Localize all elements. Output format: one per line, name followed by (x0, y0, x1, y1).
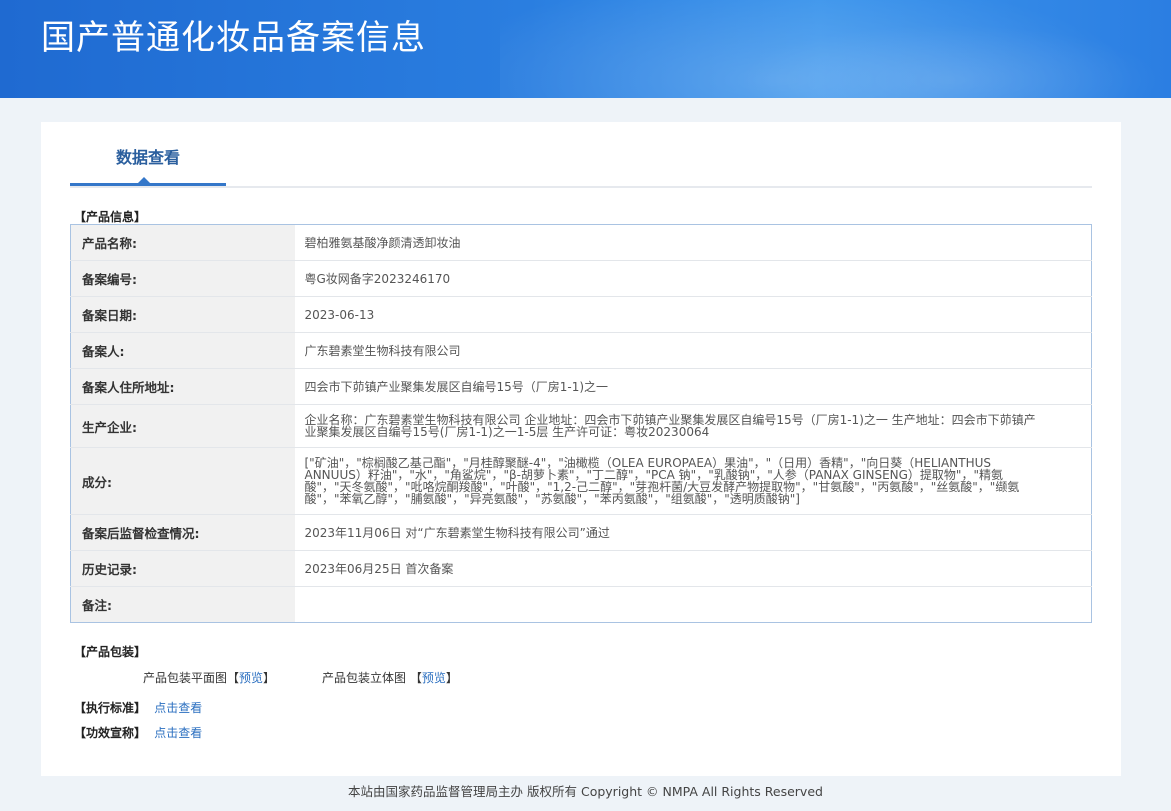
row-value: ["矿油"，"棕榈酸乙基己酯"，"月桂醇聚醚-4"，"油橄榄（OLEA EURO… (294, 447, 1092, 515)
tab-active-caret (138, 177, 150, 183)
packaging-solid-bracket: 】 (445, 671, 458, 685)
section-title-standard: 【执行标准】 点击查看 (74, 699, 202, 716)
table-row: 备注: (70, 586, 1092, 623)
row-label: 备注: (70, 586, 295, 623)
page-title: 国产普通化妆品备案信息 (41, 18, 426, 58)
packaging-flat-item: 产品包装平面图【预览】 (143, 669, 275, 686)
table-row: 备案编号: 粤G妆网备字2023246170 (70, 260, 1092, 297)
packaging-solid-item: 产品包装立体图 【预览】 (322, 669, 458, 686)
row-value (295, 587, 1092, 623)
row-value: 碧柏雅氨基酸净颜清透卸妆油 (294, 224, 1092, 261)
row-label: 成分: (70, 447, 295, 515)
row-label: 备案人住所地址: (70, 368, 295, 405)
footer-copyright: 本站由国家药品监督管理局主办 版权所有 Copyright © NMPA All… (348, 784, 823, 799)
product-info-table: 产品名称: 碧柏雅氨基酸净颜清透卸妆油 备案编号: 粤G妆网备字20232461… (70, 224, 1092, 623)
packaging-solid-preview-link[interactable]: 预览 (422, 671, 446, 685)
packaging-flat-preview-link[interactable]: 预览 (239, 671, 263, 685)
header-banner: 国产普通化妆品备案信息 (0, 0, 1171, 98)
row-value: 广东碧素堂生物科技有限公司 (294, 332, 1092, 369)
row-value: 企业名称：广东碧素堂生物科技有限公司 企业地址：四会市下茆镇产业聚集发展区自编号… (294, 404, 1092, 448)
row-value: 四会市下茆镇产业聚集发展区自编号15号（厂房1-1)之一 (294, 368, 1092, 405)
row-value: 2023-06-13 (294, 296, 1092, 333)
row-value: 2023年06月25日 首次备案 (294, 550, 1092, 587)
table-row: 备案后监督检查情况: 2023年11月06日 对“广东碧素堂生物科技有限公司”通… (70, 514, 1092, 551)
packaging-flat-label: 产品包装平面图【 (143, 671, 240, 685)
table-row: 备案日期: 2023-06-13 (70, 296, 1092, 333)
row-value: 粤G妆网备字2023246170 (294, 260, 1092, 297)
row-label: 产品名称: (70, 224, 295, 261)
section-title-product-info: 【产品信息】 (74, 210, 147, 224)
section-title-efficacy: 【功效宣称】 点击查看 (74, 724, 202, 741)
table-row: 生产企业: 企业名称：广东碧素堂生物科技有限公司 企业地址：四会市下茆镇产业聚集… (70, 404, 1092, 448)
standard-title: 【执行标准】 (74, 701, 147, 715)
efficacy-title: 【功效宣称】 (74, 726, 147, 740)
row-label: 历史记录: (70, 550, 295, 587)
content-card: 数据查看 【产品信息】 产品名称: 碧柏雅氨基酸净颜清透卸妆油 备案编号: 粤G… (41, 122, 1121, 776)
row-label: 备案后监督检查情况: (70, 514, 295, 551)
packaging-flat-bracket: 】 (263, 671, 276, 685)
row-label: 备案编号: (70, 260, 295, 297)
row-label: 备案人: (70, 332, 295, 369)
tab-bar: 数据查看 (70, 142, 1092, 188)
efficacy-view-link[interactable]: 点击查看 (154, 726, 202, 740)
table-row: 产品名称: 碧柏雅氨基酸净颜清透卸妆油 (70, 224, 1092, 261)
row-label: 生产企业: (70, 404, 295, 448)
standard-view-link[interactable]: 点击查看 (154, 701, 202, 715)
table-row: 备案人住所地址: 四会市下茆镇产业聚集发展区自编号15号（厂房1-1)之一 (70, 368, 1092, 405)
section-title-packaging: 【产品包装】 (74, 645, 147, 659)
table-row: 成分: ["矿油"，"棕榈酸乙基己酯"，"月桂醇聚醚-4"，"油橄榄（OLEA … (70, 447, 1092, 515)
table-row: 备案人: 广东碧素堂生物科技有限公司 (70, 332, 1092, 369)
packaging-solid-label: 产品包装立体图 【 (322, 671, 422, 685)
row-value: 2023年11月06日 对“广东碧素堂生物科技有限公司”通过 (294, 514, 1092, 551)
row-label: 备案日期: (70, 296, 295, 333)
table-row: 历史记录: 2023年06月25日 首次备案 (70, 550, 1092, 587)
